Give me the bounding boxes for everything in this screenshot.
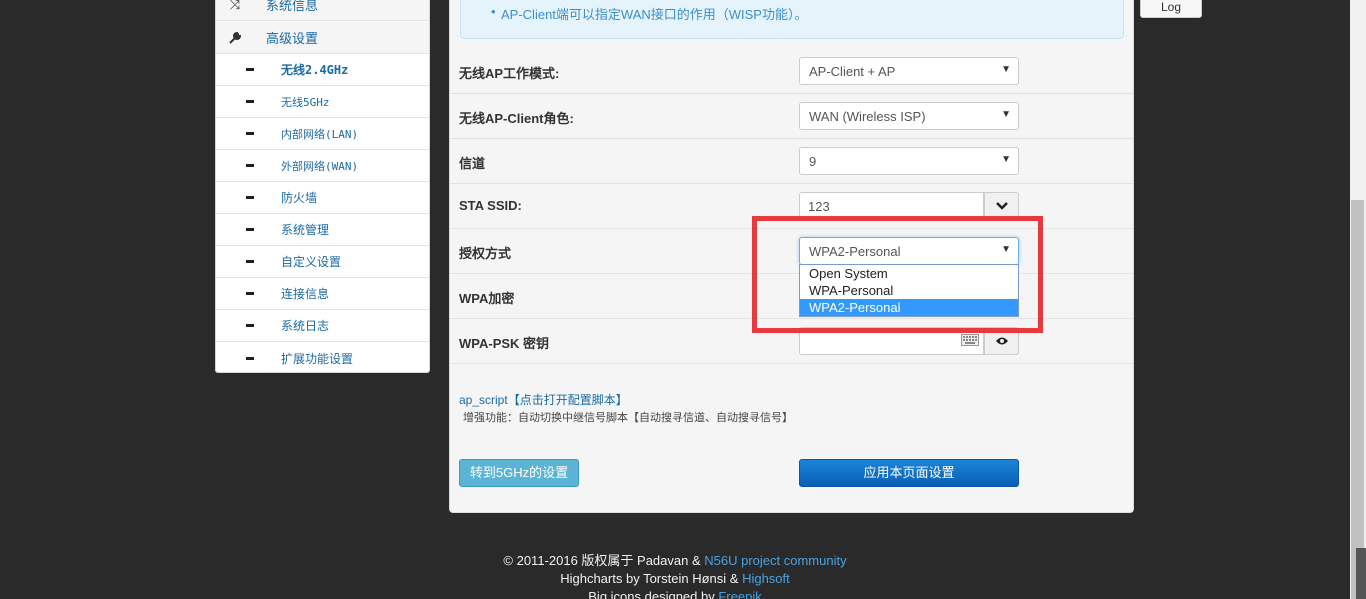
- footer-copyright: © 2011-2016 版权属于 Padavan &: [503, 553, 705, 568]
- row-wpa-enc: WPA加密: [450, 274, 1133, 319]
- chevron-down-icon: [995, 202, 1008, 210]
- client-role-value: WAN (Wireless ISP): [809, 109, 926, 124]
- sidebar-subitem-label: 无线2.4GHz: [281, 63, 349, 77]
- shuffle-icon: ⤨: [229, 0, 241, 12]
- sidebar-item-label: 系统信息: [266, 0, 319, 14]
- footer: © 2011-2016 版权属于 Padavan & N56U project …: [0, 552, 1350, 599]
- ap-script-link[interactable]: ap_script【点击打开配置脚本】: [459, 391, 628, 408]
- channel-select[interactable]: 9 ▼: [799, 147, 1019, 175]
- ap-script-link-text: ap_script: [459, 393, 508, 407]
- ap-script-link-cn: 【点击打开配置脚本】: [507, 393, 628, 407]
- auth-select[interactable]: WPA2-Personal ▼: [799, 237, 1019, 265]
- keyboard-icon[interactable]: [961, 334, 979, 349]
- caret-down-icon: ▼: [1001, 64, 1011, 75]
- footer-line-1: © 2011-2016 版权属于 Padavan & N56U project …: [0, 552, 1350, 570]
- sidebar-subitem-label: 外部网络(WAN): [281, 159, 359, 173]
- sidebar-item-label: 高级设置: [266, 32, 319, 47]
- auth-value: WPA2-Personal: [809, 244, 901, 259]
- sidebar-subitem-extensions[interactable]: 扩展功能设置: [216, 342, 429, 374]
- sidebar-subitem-label: 系统日志: [281, 319, 330, 333]
- sidebar-item-advanced-settings[interactable]: 高级设置: [216, 22, 429, 54]
- wpa-psk-input[interactable]: [799, 327, 984, 355]
- footer-link-highsoft[interactable]: Highsoft: [742, 571, 790, 586]
- caret-down-icon: ▼: [1001, 154, 1011, 165]
- wpa-psk-label: WPA-PSK 密钥: [459, 336, 550, 351]
- footer-icons-credit: Big icons designed by: [588, 589, 719, 599]
- row-channel: 信道 9 ▼: [450, 139, 1133, 184]
- sidebar-subitem-label: 自定义设置: [281, 255, 342, 269]
- ap-mode-label: 无线AP工作模式:: [459, 66, 560, 81]
- auth-option-open-system[interactable]: Open System: [800, 265, 1018, 282]
- sidebar-subitem-label: 扩展功能设置: [281, 351, 354, 366]
- ap-mode-select[interactable]: AP-Client + AP ▼: [799, 57, 1019, 85]
- wrench-icon: [228, 31, 242, 45]
- log-button[interactable]: Log: [1140, 0, 1202, 18]
- sidebar-item-system-info[interactable]: ⤨ 系统信息: [216, 0, 429, 21]
- sidebar-subitem-firewall[interactable]: 防火墙: [216, 182, 429, 214]
- eye-icon: [995, 337, 1008, 345]
- sta-ssid-label: STA SSID:: [459, 198, 522, 213]
- sidebar-subitem-label: 连接信息: [281, 287, 330, 301]
- caret-down-icon: ▼: [1001, 109, 1011, 120]
- footer-link-community[interactable]: N56U project community: [704, 553, 846, 568]
- auth-option-wpa2-personal[interactable]: WPA2-Personal: [800, 299, 1018, 316]
- sidebar-subitem-label: 无线5GHz: [281, 95, 330, 109]
- sidebar-menu: ⤨ 系统信息 高级设置 无线2.4GHz 无线5GHz 内部网络(LAN) 外部…: [215, 0, 430, 373]
- auth-dropdown-list: Open System WPA-Personal WPA2-Personal: [799, 264, 1019, 317]
- sidebar-subitem-wireless-24[interactable]: 无线2.4GHz: [216, 54, 429, 86]
- sidebar-subitem-lan[interactable]: 内部网络(LAN): [216, 118, 429, 150]
- row-client-role: 无线AP-Client角色: WAN (Wireless ISP) ▼: [450, 94, 1133, 139]
- row-wpa-psk: WPA-PSK 密钥: [450, 319, 1133, 364]
- sidebar-subitem-label: 防火墙: [281, 191, 318, 205]
- goto-5ghz-button[interactable]: 转到5GHz的设置: [459, 459, 579, 487]
- channel-value: 9: [809, 154, 817, 169]
- auth-option-wpa-personal[interactable]: WPA-Personal: [800, 282, 1018, 299]
- apply-settings-button[interactable]: 应用本页面设置: [799, 459, 1019, 487]
- dash-icon: [246, 356, 254, 360]
- ap-mode-value: AP-Client + AP: [809, 64, 896, 79]
- dash-icon: [246, 228, 254, 231]
- dash-icon: [246, 196, 254, 199]
- dash-icon: [246, 164, 254, 167]
- client-role-select[interactable]: WAN (Wireless ISP) ▼: [799, 102, 1019, 130]
- client-role-label: 无线AP-Client角色:: [459, 111, 574, 126]
- sidebar-subitem-wireless-5[interactable]: 无线5GHz: [216, 86, 429, 118]
- caret-down-icon: ▼: [1001, 244, 1011, 255]
- footer-link-freepik[interactable]: Freepik: [718, 589, 761, 599]
- scrollbar-thumb[interactable]: [1351, 200, 1364, 599]
- sidebar-subitem-syslog[interactable]: 系统日志: [216, 310, 429, 342]
- dash-icon: [246, 68, 254, 71]
- info-box: AP-Client端可以指定WAN接口的作用（WISP功能）。: [460, 0, 1124, 39]
- dash-icon: [246, 132, 254, 135]
- info-note: AP-Client端可以指定WAN接口的作用（WISP功能）。: [491, 4, 808, 23]
- main-panel: AP-Client端可以指定WAN接口的作用（WISP功能）。 无线AP工作模式…: [449, 0, 1134, 513]
- footer-line-3: Big icons designed by Freepik: [0, 588, 1350, 599]
- dash-icon: [246, 260, 254, 263]
- ssid-dropdown-button[interactable]: [984, 192, 1019, 220]
- toggle-password-button[interactable]: [984, 327, 1019, 355]
- sta-ssid-input[interactable]: 123: [799, 192, 984, 220]
- row-sta-ssid: STA SSID: 123: [450, 184, 1133, 229]
- dash-icon: [246, 292, 254, 295]
- sidebar-subitem-custom[interactable]: 自定义设置: [216, 246, 429, 278]
- dash-icon: [246, 324, 254, 327]
- sidebar-subitem-connections[interactable]: 连接信息: [216, 278, 429, 310]
- footer-highcharts: Highcharts by Torstein Hønsi &: [560, 571, 743, 586]
- row-ap-mode: 无线AP工作模式: AP-Client + AP ▼: [450, 49, 1133, 94]
- sidebar-subitem-wan[interactable]: 外部网络(WAN): [216, 150, 429, 182]
- wpa-enc-label: WPA加密: [459, 291, 515, 306]
- enhance-note: 增强功能：自动切换中继信号脚本【自动搜寻信道、自动搜寻信号】: [463, 411, 793, 424]
- scrollbar-corner: [1356, 548, 1366, 599]
- sidebar-subitem-system-admin[interactable]: 系统管理: [216, 214, 429, 246]
- dash-icon: [246, 100, 254, 103]
- row-auth: 授权方式 WPA2-Personal ▼: [450, 229, 1133, 274]
- auth-label: 授权方式: [459, 246, 512, 261]
- sta-ssid-value: 123: [808, 199, 830, 214]
- footer-line-2: Highcharts by Torstein Hønsi & Highsoft: [0, 570, 1350, 588]
- sidebar-subitem-label: 内部网络(LAN): [281, 127, 359, 141]
- channel-label: 信道: [459, 156, 486, 171]
- sidebar-subitem-label: 系统管理: [281, 223, 330, 237]
